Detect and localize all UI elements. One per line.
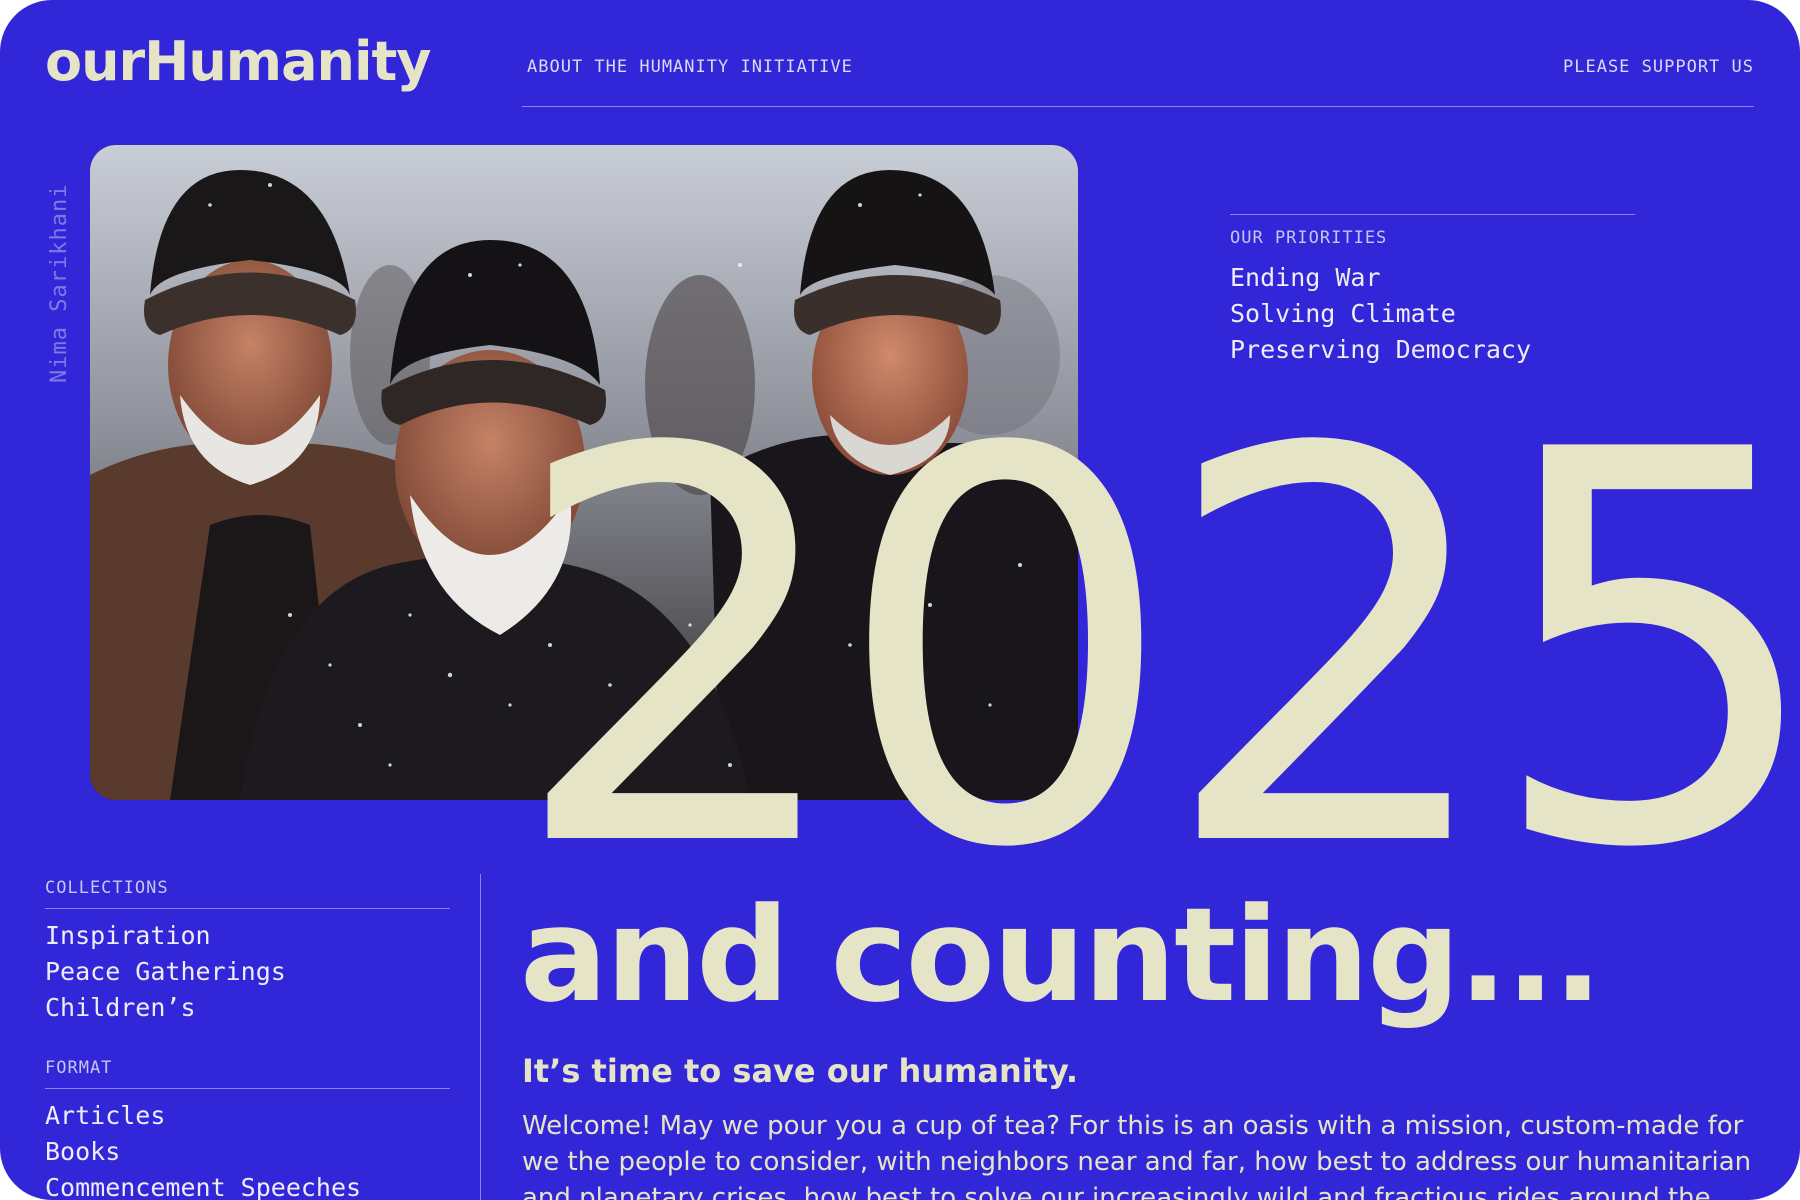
site-logo[interactable]: ourHumanity (45, 30, 431, 93)
sidebar-divider (480, 874, 481, 1200)
collections-list: Inspiration Peace Gatherings Children’s (45, 918, 286, 1026)
priorities-heading: OUR PRIORITIES (1230, 228, 1388, 248)
format-item-books[interactable]: Books (45, 1134, 361, 1170)
format-divider (45, 1088, 450, 1089)
page: ourHumanity ABOUT THE HUMANITY INITIATIV… (0, 0, 1800, 1200)
header-divider (522, 106, 1754, 107)
priorities-divider (1230, 214, 1635, 215)
collections-divider (45, 908, 450, 909)
hero-tagline: It’s time to save our humanity. (522, 1052, 1079, 1090)
hero-year: 2025 (508, 338, 1800, 966)
collections-heading: COLLECTIONS (45, 878, 169, 898)
priority-item-solving-climate[interactable]: Solving Climate (1230, 296, 1531, 332)
photo-credit: Nima Sarikhani (47, 183, 72, 383)
format-item-articles[interactable]: Articles (45, 1098, 361, 1134)
format-heading: FORMAT (45, 1058, 113, 1078)
intro-paragraph: Welcome! May we pour you a cup of tea? F… (522, 1111, 1752, 1200)
collection-item-inspiration[interactable]: Inspiration (45, 918, 286, 954)
priority-item-ending-war[interactable]: Ending War (1230, 260, 1531, 296)
hero-headline: and counting... (520, 879, 1603, 1031)
format-list: Articles Books Commencement Speeches (45, 1098, 361, 1200)
nav-about-link[interactable]: ABOUT THE HUMANITY INITIATIVE (527, 57, 853, 77)
nav-support-link[interactable]: PLEASE SUPPORT US (1563, 57, 1754, 77)
collection-item-peace-gatherings[interactable]: Peace Gatherings (45, 954, 286, 990)
format-item-commencement-speeches[interactable]: Commencement Speeches (45, 1170, 361, 1200)
collection-item-childrens[interactable]: Children’s (45, 990, 286, 1026)
